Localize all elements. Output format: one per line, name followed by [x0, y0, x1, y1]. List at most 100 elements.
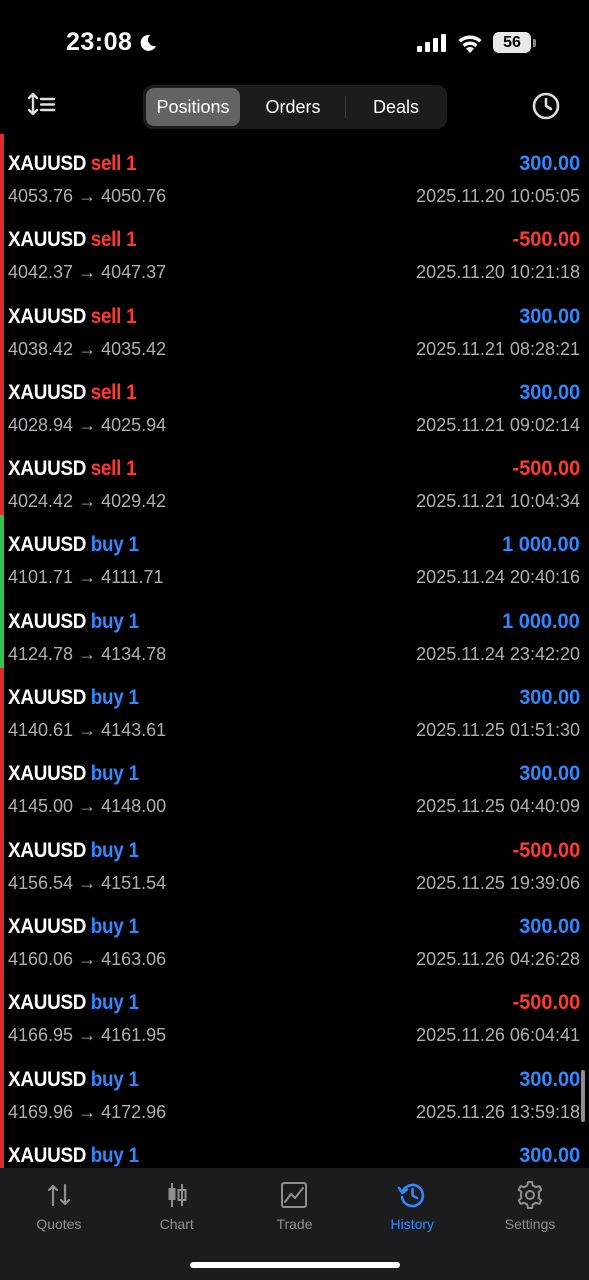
position-prices: 4124.78 → 4134.78	[8, 643, 167, 664]
position-symbol-line: XAUUSD buy 1	[8, 1068, 139, 1092]
position-time: 2025.11.21 09:02:14	[416, 414, 580, 435]
position-symbol: XAUUSD	[8, 762, 87, 786]
position-prices: 4053.76 → 4050.76	[8, 186, 167, 206]
home-indicator	[190, 1262, 400, 1268]
position-side: sell 1	[90, 380, 137, 404]
position-symbol-line: XAUUSD sell 1	[8, 305, 137, 329]
position-symbol: XAUUSD	[8, 991, 87, 1015]
position-symbol-line: XAUUSD buy 1	[8, 610, 139, 634]
position-time: 2025.11.24 20:40:16	[416, 567, 580, 588]
positions-list[interactable]: XAUUSD sell 1 300.00 4053.76 → 4050.76 2025.…	[0, 134, 589, 1168]
battery-indicator: 56	[493, 32, 537, 54]
tab-history[interactable]: History	[353, 1168, 471, 1238]
position-symbol: XAUUSD	[8, 838, 87, 862]
position-time: 2025.11.24 23:42:20	[416, 643, 580, 664]
position-symbol: XAUUSD	[8, 1067, 87, 1091]
position-time: 2025.11.20 10:05:05	[416, 186, 580, 206]
position-profit: 300.00	[518, 914, 580, 938]
position-row[interactable]: XAUUSD buy 1 -500.00 4166.95 → 4161.95 2025.…	[0, 973, 589, 1050]
position-row[interactable]: XAUUSD sell 1 300.00 4028.94 → 4025.94 2025.…	[0, 362, 589, 440]
position-symbol-line: XAUUSD sell 1	[8, 152, 137, 176]
position-side: buy 1	[90, 533, 139, 557]
position-profit: -500.00	[512, 457, 580, 481]
clock-icon[interactable]	[530, 90, 562, 122]
position-row[interactable]: XAUUSD buy 1 1 000.00 4124.78 → 4134.78 2025…	[0, 591, 589, 669]
segment-divider	[345, 96, 346, 118]
tab-quotes[interactable]: Quotes	[0, 1168, 118, 1238]
position-time: 2025.11.26 04:26:28	[416, 948, 580, 969]
position-symbol-line: XAUUSD buy 1	[8, 686, 139, 710]
settings-icon	[517, 1181, 543, 1209]
position-prices: 4166.95 → 4161.95	[8, 1025, 167, 1046]
status-time: 23:08	[66, 28, 133, 56]
position-symbol-line: XAUUSD buy 1	[8, 991, 139, 1015]
result-indicator-bar	[0, 744, 4, 821]
result-indicator-bar	[0, 973, 4, 1050]
position-profit: 300.00	[518, 686, 580, 710]
tab-orders[interactable]: Orders	[243, 88, 343, 126]
position-row[interactable]: XAUUSD sell 1 -500.00 4024.42 → 4029.42 2025…	[0, 439, 589, 516]
position-time: 2025.11.25 19:39:06	[416, 872, 580, 893]
tab-deals[interactable]: Deals	[347, 88, 445, 126]
tab-positions[interactable]: Positions	[146, 88, 240, 126]
result-indicator-bar	[0, 362, 4, 440]
tab-settings[interactable]: Settings	[471, 1168, 589, 1238]
sort-icon[interactable]	[26, 90, 58, 120]
tab-history-label: History	[390, 1216, 435, 1232]
tab-chart[interactable]: Chart	[118, 1168, 236, 1238]
position-profit: 1 000.00	[502, 609, 580, 633]
view-segment-control: Positions Orders Deals	[143, 85, 447, 129]
position-symbol: XAUUSD	[8, 1143, 87, 1167]
position-profit: -500.00	[512, 838, 580, 862]
trade-icon	[281, 1182, 308, 1208]
position-side: buy 1	[90, 609, 139, 633]
position-symbol: XAUUSD	[8, 152, 87, 175]
position-row[interactable]: XAUUSD buy 1 300.00 4169.96 → 4172.96 2025.1…	[0, 1049, 589, 1126]
position-row[interactable]: XAUUSD buy 1 300.00 4160.06 → 4163.06 2025.1…	[0, 896, 589, 974]
position-symbol-line: XAUUSD buy 1	[8, 1144, 139, 1168]
status-bar: 23:08 56	[0, 0, 589, 82]
position-row[interactable]: XAUUSD buy 1 300.00 4140.61 → 4143.61 2025.1…	[0, 668, 589, 745]
position-side: sell 1	[90, 152, 137, 175]
position-profit: 300.00	[518, 1143, 580, 1167]
position-profit: -500.00	[512, 228, 580, 252]
position-symbol-line: XAUUSD sell 1	[8, 380, 137, 405]
tab-trade-label: Trade	[276, 1216, 313, 1232]
position-row[interactable]: XAUUSD buy 1 300.00 4145.00 → 4148.00 2025.1…	[0, 744, 589, 821]
position-side: buy 1	[90, 838, 139, 862]
position-time: 2025.11.21 08:28:21	[416, 338, 580, 359]
cellular-signal-icon	[417, 34, 446, 52]
chart-icon	[168, 1183, 187, 1207]
position-time: 2025.11.20 10:21:18	[416, 262, 580, 283]
result-indicator-bar	[0, 439, 4, 516]
position-symbol-line: XAUUSD buy 1	[8, 533, 139, 557]
result-indicator-bar	[0, 591, 4, 669]
position-prices: 4145.00 → 4148.00	[8, 796, 167, 817]
result-indicator-bar	[0, 515, 4, 592]
tab-quotes-label: Quotes	[36, 1216, 82, 1232]
position-prices: 4038.42 → 4035.42	[8, 338, 167, 359]
position-symbol: XAUUSD	[8, 380, 87, 404]
position-row[interactable]: XAUUSD sell 1 300.00 4038.42 → 4035.42 2025.…	[0, 286, 589, 363]
position-row[interactable]: XAUUSD buy 1 1 000.00 4101.71 → 4111.71 2025…	[0, 515, 589, 592]
position-profit: 300.00	[518, 152, 580, 175]
position-symbol-line: XAUUSD sell 1	[8, 457, 137, 481]
position-symbol: XAUUSD	[8, 609, 87, 633]
position-row[interactable]: XAUUSD buy 1 -500.00 4156.54 → 4151.54 2025.…	[0, 820, 589, 897]
result-indicator-bar	[0, 1125, 4, 1168]
wifi-icon	[458, 35, 482, 53]
scrollbar[interactable]	[581, 1070, 585, 1122]
position-row[interactable]: XAUUSD sell 1 300.00 4053.76 → 4050.76 2025.…	[0, 134, 589, 211]
position-symbol-line: XAUUSD sell 1	[8, 228, 137, 252]
result-indicator-bar	[0, 286, 4, 363]
quotes-icon	[47, 1183, 70, 1207]
position-symbol: XAUUSD	[8, 533, 87, 557]
position-prices: 4042.37 → 4047.37	[8, 262, 167, 283]
tab-trade[interactable]: Trade	[236, 1168, 354, 1238]
battery-tip	[533, 39, 536, 47]
result-indicator-bar	[0, 1049, 4, 1126]
position-row[interactable]: XAUUSD buy 1 300.00	[0, 1125, 589, 1168]
header: Positions Orders Deals	[0, 82, 589, 132]
result-indicator-bar	[0, 668, 4, 745]
position-row[interactable]: XAUUSD sell 1 -500.00 4042.37 → 4047.37 2025…	[0, 210, 589, 287]
